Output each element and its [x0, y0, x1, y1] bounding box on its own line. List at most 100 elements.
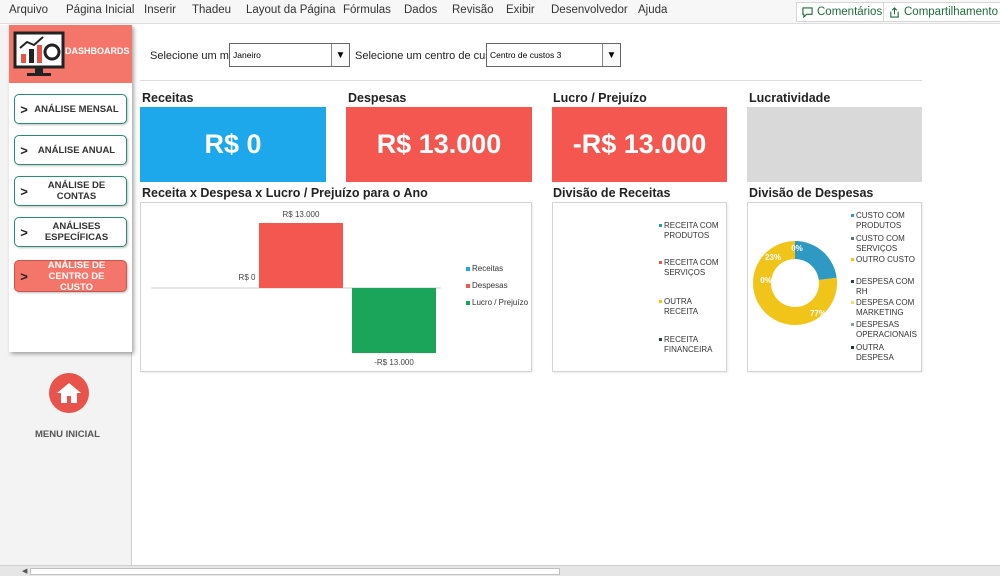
dashboards-label: DASHBOARDS	[65, 46, 130, 56]
legend-item: Lucro / Prejuízo	[466, 298, 529, 308]
dropdown-arrow-icon[interactable]: ▼	[331, 44, 349, 66]
comments-label: Comentários	[817, 6, 883, 18]
comment-icon	[802, 6, 813, 18]
legend-label: DESPESA COM MARKETING	[856, 298, 915, 317]
comments-button[interactable]: Comentários	[796, 2, 889, 22]
donut-data-label: 77%	[810, 309, 826, 318]
chevron-right-icon: >	[20, 101, 28, 117]
legend-label: Despesas	[472, 281, 508, 290]
tab-layout-da-pagina[interactable]: Layout da Página	[246, 4, 336, 16]
legend-item: Despesas	[466, 281, 508, 291]
tab-dados[interactable]: Dados	[404, 4, 437, 16]
legend-marker	[466, 284, 470, 288]
nav-analise-de-centro-de-custo[interactable]: > ANÁLISE DE CENTRO DE CUSTO	[14, 259, 127, 293]
legend-item: RECEITA FINANCEIRA	[659, 335, 726, 355]
legend-label: DESPESAS OPERACIONAIS	[856, 320, 917, 339]
nav-label: ANÁLISE DE CONTAS	[47, 180, 106, 202]
tab-desenvolvedor[interactable]: Desenvolvedor	[551, 4, 628, 16]
tab-ajuda[interactable]: Ajuda	[638, 4, 667, 16]
legend-label: OUTRA DESPESA	[856, 343, 894, 362]
legend-item: DESPESA COM RH	[851, 277, 922, 297]
kpi-receitas: R$ 0	[140, 107, 326, 182]
legend-marker	[659, 224, 662, 227]
kpi-value: R$ 13.000	[376, 129, 502, 159]
home-button[interactable]	[49, 373, 89, 413]
home-label: MENU INICIAL	[35, 429, 100, 440]
chevron-right-icon: >	[20, 268, 28, 284]
nav-analise-anual[interactable]: > ANÁLISE ANUAL	[14, 135, 127, 165]
nav-analise-de-contas[interactable]: > ANÁLISE DE CONTAS	[14, 176, 127, 206]
share-label: Compartilhamento	[904, 6, 998, 18]
chevron-right-icon: >	[20, 183, 28, 199]
expense-donut-chart: 23% 0% 77% 0%	[753, 241, 837, 325]
tab-arquivo[interactable]: Arquivo	[9, 4, 48, 16]
legend-label: Receitas	[472, 264, 504, 273]
legend-label: Lucro / Prejuízo	[472, 298, 529, 307]
nav-analises-especificas[interactable]: > ANÁLISES ESPECÍFICAS	[14, 217, 127, 247]
legend-item: RECEITA COM SERVIÇOS	[659, 258, 726, 278]
donut-data-label: 0%	[791, 244, 803, 253]
legend-label: CUSTO COM PRODUTOS	[856, 211, 905, 230]
legend-marker	[851, 301, 854, 304]
legend-marker	[851, 346, 854, 349]
legend-marker	[851, 237, 854, 240]
bar-data-label: R$ 13.000	[283, 210, 320, 219]
month-value: Janeiro	[233, 50, 261, 60]
nav-label: ANÁLISE ANUAL	[37, 144, 116, 156]
tab-inserir[interactable]: Inserir	[144, 4, 176, 16]
legend-item: OUTRA RECEITA	[659, 297, 726, 317]
chevron-right-icon: >	[20, 224, 28, 240]
kpi-value: R$ 0	[204, 129, 262, 159]
legend-marker	[851, 323, 854, 326]
legend-marker	[659, 338, 662, 341]
legend-item: RECEITA COM PRODUTOS	[659, 221, 726, 241]
donut-data-label: 0%	[760, 276, 772, 285]
legend-marker	[466, 267, 470, 271]
legend-item: OUTRA DESPESA	[851, 343, 922, 363]
home-icon	[57, 383, 81, 403]
legend-label: OUTRO CUSTO	[856, 255, 915, 264]
tab-revisao[interactable]: Revisão	[452, 4, 494, 16]
kpi-lucratividade	[747, 107, 922, 182]
scroll-left-icon[interactable]: ◀	[22, 567, 27, 575]
legend-label: RECEITA COM SERVIÇOS	[664, 258, 719, 277]
nav-analise-mensal[interactable]: > ANÁLISE MENSAL	[14, 94, 127, 124]
cost-center-select[interactable]: Centro de custos 3 ▼	[486, 43, 621, 67]
share-icon	[890, 6, 899, 18]
navigation-card: DASHBOARDS > ANÁLISE MENSAL > ANÁLISE AN…	[9, 25, 132, 352]
month-select[interactable]: Janeiro ▼	[229, 43, 350, 67]
nav-label: ANÁLISES ESPECÍFICAS	[44, 221, 109, 243]
nav-label: ANÁLISE DE CENTRO DE CUSTO	[47, 259, 106, 293]
horizontal-scrollbar[interactable]: ◀	[0, 565, 1000, 576]
legend-label: OUTRA RECEITA	[664, 297, 699, 316]
kpi-lucro-prejuizo: -R$ 13.000	[552, 107, 727, 182]
chevron-right-icon: >	[20, 142, 28, 158]
bar-1	[259, 223, 343, 288]
kpi-title-lucro-prejuizo: Lucro / Prejuízo	[553, 91, 647, 105]
tab-pagina-inicial[interactable]: Página Inicial	[66, 4, 134, 16]
share-button[interactable]: Compartilhamento	[883, 2, 1000, 22]
legend-label: RECEITA COM PRODUTOS	[664, 221, 719, 240]
legend-item: DESPESAS OPERACIONAIS	[851, 320, 922, 340]
bar-chart-title: Receita x Despesa x Lucro / Prejuízo par…	[142, 186, 428, 200]
dropdown-arrow-icon[interactable]: ▼	[602, 44, 620, 66]
expense-chart-title: Divisão de Despesas	[749, 186, 874, 200]
tab-exibir[interactable]: Exibir	[506, 4, 535, 16]
legend-label: RECEITA FINANCEIRA	[664, 335, 713, 354]
left-panel: DASHBOARDS > ANÁLISE MENSAL > ANÁLISE AN…	[0, 25, 132, 565]
legend-item: Receitas	[466, 264, 504, 274]
tab-thadeu[interactable]: Thadeu	[192, 4, 231, 16]
kpi-value: -R$ 13.000	[572, 129, 707, 159]
bar-2	[352, 288, 436, 353]
nav-label: ANÁLISE MENSAL	[34, 103, 119, 115]
legend-label: CUSTO COM SERVIÇOS	[856, 234, 905, 253]
legend-marker	[659, 261, 662, 264]
bar-data-label: -R$ 13.000	[374, 358, 414, 367]
legend-item: CUSTO COM PRODUTOS	[851, 211, 922, 231]
tab-formulas[interactable]: Fórmulas	[343, 4, 391, 16]
scrollbar-thumb[interactable]	[30, 568, 560, 575]
cost-center-value: Centro de custos 3	[490, 50, 562, 60]
ribbon-menu: Arquivo Página Inicial Inserir Thadeu La…	[0, 0, 1000, 24]
dashboards-header[interactable]: DASHBOARDS	[9, 25, 132, 83]
kpi-despesas: R$ 13.000	[346, 107, 532, 182]
